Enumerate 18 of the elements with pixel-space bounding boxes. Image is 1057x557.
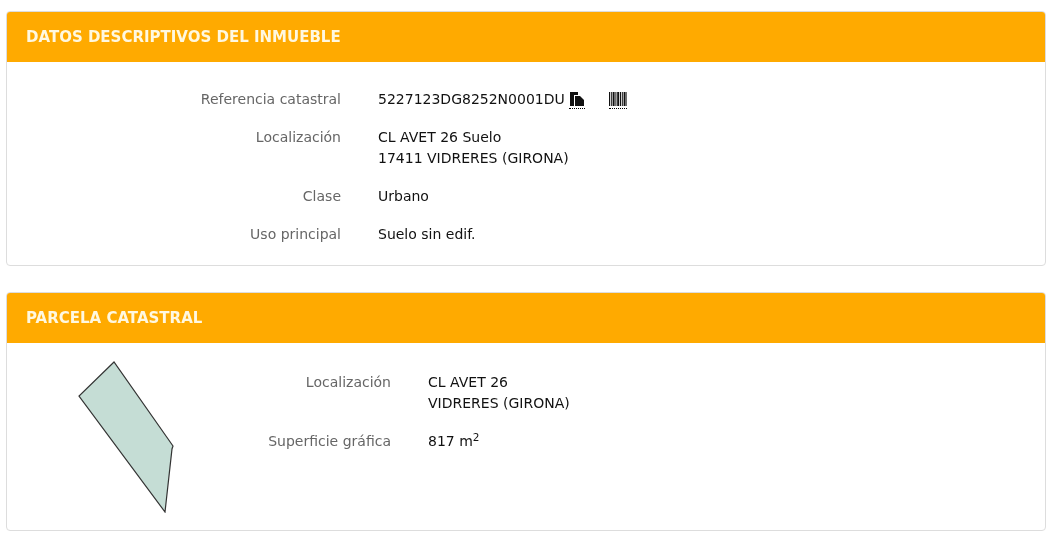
panel-title: DATOS DESCRIPTIVOS DEL INMUEBLE <box>26 26 341 48</box>
field-value: Urbano <box>378 187 429 206</box>
panel-title: PARCELA CATASTRAL <box>26 307 203 329</box>
field-value: 817 m$^{2}$ <box>428 431 480 451</box>
field-label: Localización <box>304 373 391 392</box>
field-value: 5227123DG8252N0001DU <box>378 90 565 109</box>
field-label: Localización <box>254 128 341 147</box>
field-label: Superficie gráfica <box>267 432 391 451</box>
barcode-icon[interactable] <box>608 90 627 109</box>
field-label: Clase <box>301 187 341 206</box>
field-value: Suelo sin edif. <box>378 225 476 244</box>
field-value: VIDRERES (GIRONA) <box>428 394 570 413</box>
field-value: CL AVET 26 Suelo <box>378 128 502 147</box>
field-value: CL AVET 26 <box>428 373 509 392</box>
field-value: 17411 VIDRERES (GIRONA) <box>378 149 569 168</box>
copy-icon[interactable] <box>568 90 585 109</box>
field-label: Uso principal <box>249 225 341 244</box>
field-label: Referencia catastral <box>199 90 341 109</box>
